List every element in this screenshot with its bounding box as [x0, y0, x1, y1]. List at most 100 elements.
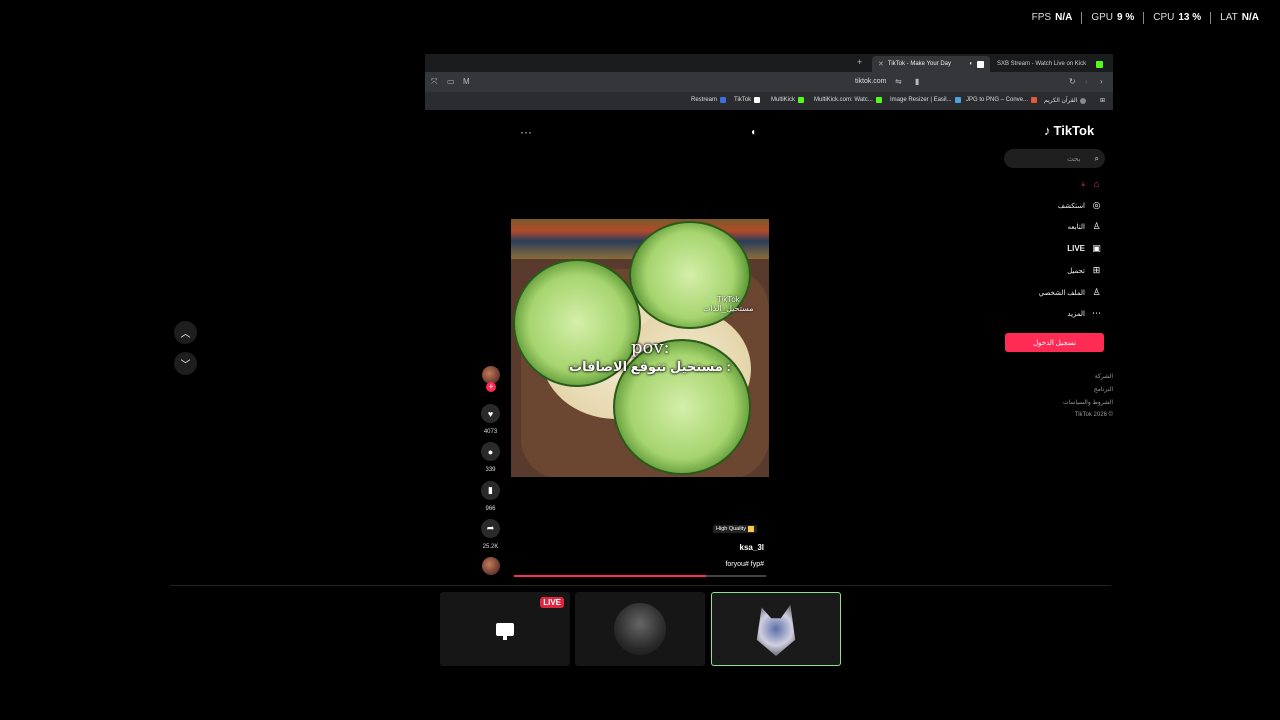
- tab-label: TikTok - Make Your Day: [887, 61, 952, 67]
- next-video-button[interactable]: ﹀: [174, 352, 197, 375]
- bookmark-image-resizer[interactable]: Image Resizer | Easil...: [890, 97, 961, 103]
- lat-label: LAT: [1220, 12, 1238, 23]
- share-button[interactable]: ➦: [481, 519, 500, 538]
- quality-badge: High Quality: [713, 525, 757, 533]
- gpu-stat: GPU 9 %: [1081, 12, 1143, 24]
- video-progress-bar[interactable]: [514, 575, 766, 577]
- bookmark-multikick-watch[interactable]: MultiKick.com: Watc...: [814, 97, 882, 103]
- user-follow-icon: ♙: [1092, 221, 1101, 231]
- bookmark-jpg-to-png[interactable]: JPG to PNG – Conve...: [966, 97, 1038, 103]
- cpu-value: 13 %: [1178, 12, 1202, 23]
- search-icon[interactable]: ⌕: [1095, 154, 1099, 164]
- footer-company-link[interactable]: الشركة: [1095, 373, 1113, 380]
- bookmark-restream[interactable]: Restream: [691, 97, 727, 103]
- lat-stat: LAT N/A: [1210, 12, 1268, 24]
- extension-icon[interactable]: ⤧: [431, 77, 437, 87]
- comment-icon: ●: [487, 446, 494, 457]
- footer-program-link[interactable]: البرنامج: [1094, 386, 1113, 393]
- source-thumbnail-avatar[interactable]: [711, 592, 841, 666]
- tab-tiktok[interactable]: ✕ TikTok - Make Your Day ◐: [872, 56, 990, 72]
- follow-plus-icon[interactable]: +: [486, 382, 496, 392]
- compass-icon: ◎: [1092, 200, 1101, 210]
- footer-copyright: TikTok 2026 ©: [1074, 412, 1113, 418]
- more-icon: ⋯: [1092, 308, 1101, 318]
- author-name[interactable]: ksa_3l: [740, 543, 764, 552]
- more-options-icon[interactable]: ···: [520, 125, 532, 139]
- nav-explore[interactable]: استكشف ◎: [1058, 200, 1102, 211]
- back-icon[interactable]: ›: [1100, 77, 1103, 86]
- nav-profile[interactable]: الملف الشخصي ♙: [1039, 287, 1102, 298]
- like-count: 4073: [483, 429, 498, 435]
- share-icon: ➦: [486, 523, 495, 533]
- save-count: 966: [485, 506, 496, 512]
- tiktok-favicon-icon: [977, 60, 984, 68]
- video-caption-arabic: مستحيل تتوقع الاضافات :: [569, 359, 731, 374]
- lat-value: N/A: [1241, 12, 1259, 23]
- url-field[interactable]: tiktok.com: [855, 78, 887, 85]
- fps-label: FPS: [1031, 12, 1052, 23]
- fps-stat: FPS N/A: [1023, 12, 1082, 24]
- mouse-cursor-icon: ◖: [750, 127, 757, 138]
- login-button[interactable]: تسجيل الدخول: [1005, 333, 1104, 352]
- comment-button[interactable]: ●: [481, 442, 500, 461]
- save-button[interactable]: ▮: [481, 481, 500, 500]
- video-player[interactable]: TikTok مستحيل_الذات pov: مستحيل تتوقع ال…: [511, 219, 769, 477]
- chevron-up-icon: ︿: [180, 329, 191, 340]
- audio-icon[interactable]: ◐: [969, 61, 973, 67]
- tab-label: SXB Stream - Watch Live on Kick: [997, 61, 1087, 67]
- new-tab-button[interactable]: +: [857, 57, 862, 67]
- nav-label: ة: [1081, 180, 1085, 188]
- camera-avatar: [614, 603, 666, 655]
- source-thumbnail-camera[interactable]: [575, 592, 705, 666]
- performance-stats: FPS N/A GPU 9 % CPU 13 % LAT N/A: [1023, 12, 1268, 24]
- character-avatar: [756, 604, 796, 656]
- tab-bar: + ✕ TikTok - Make Your Day ◐ SXB Stream …: [425, 54, 1113, 72]
- nav-label: الملف الشخصي: [1038, 289, 1085, 297]
- all-bookmarks-icon[interactable]: ⊞: [1100, 97, 1105, 104]
- nav-label: التابعه: [1067, 223, 1085, 231]
- gpu-label: GPU: [1091, 12, 1113, 23]
- forward-icon[interactable]: ‹: [1085, 77, 1088, 86]
- translate-icon[interactable]: M: [463, 77, 470, 86]
- nav-label: LIVE: [1067, 244, 1085, 253]
- nav-live[interactable]: LIVE ▣: [1067, 243, 1102, 254]
- site-settings-icon[interactable]: ⇋: [895, 77, 902, 86]
- video-watermark: TikTok مستحيل_الذات: [703, 295, 754, 313]
- share-count: 25.2K: [482, 544, 499, 550]
- video-hashtags[interactable]: foryou# fyp#: [725, 561, 764, 568]
- browser-window: + ✕ TikTok - Make Your Day ◐ SXB Stream …: [425, 54, 1113, 110]
- address-bar: ⤧ ▭ M tiktok.com ⇋ ▮ ↻ ‹ ›: [425, 72, 1113, 92]
- tab-kick[interactable]: SXB Stream - Watch Live on Kick: [991, 56, 1109, 72]
- cast-icon[interactable]: ▭: [447, 77, 455, 86]
- bookmark-tiktok[interactable]: TikTok: [734, 97, 761, 103]
- heart-icon: ♥: [487, 408, 494, 419]
- nav-following[interactable]: التابعه ♙: [1068, 221, 1102, 232]
- bookmark-icon[interactable]: ▮: [915, 77, 919, 86]
- nav-label: المزيد: [1067, 310, 1085, 318]
- divider: [170, 585, 1111, 586]
- close-tab-icon[interactable]: ✕: [878, 60, 884, 68]
- nav-home[interactable]: ة ⌂: [1081, 178, 1102, 189]
- nav-label: استكشف: [1057, 202, 1085, 210]
- nav-label: تحميل: [1067, 267, 1085, 275]
- profile-icon: ♙: [1092, 287, 1101, 297]
- footer-terms-link[interactable]: الشروط والسياسات: [1063, 399, 1113, 406]
- source-thumbnail-screen[interactable]: LIVE: [440, 592, 570, 666]
- nav-upload[interactable]: تحميل ⊞: [1067, 265, 1102, 276]
- bookmark-multikick[interactable]: MultiKick: [771, 97, 805, 103]
- like-button[interactable]: ♥: [481, 404, 500, 423]
- previous-video-button[interactable]: ︿: [174, 321, 197, 344]
- gpu-value: 9 %: [1117, 12, 1135, 23]
- cpu-stat: CPU 13 %: [1143, 12, 1210, 24]
- nav-more[interactable]: المزيد ⋯: [1067, 308, 1102, 319]
- search-input[interactable]: بحث ⌕: [1004, 149, 1105, 168]
- bookmark-quran[interactable]: القرآن الكريم: [1044, 97, 1087, 104]
- reload-icon[interactable]: ↻: [1069, 77, 1076, 86]
- fps-value: N/A: [1055, 12, 1073, 23]
- bookmark-icon: ▮: [488, 485, 493, 495]
- monitor-icon: [496, 622, 514, 640]
- kick-favicon-icon: [1096, 60, 1103, 68]
- music-disc-icon[interactable]: [482, 557, 500, 575]
- watermark-text: TikTok: [716, 295, 740, 304]
- tiktok-logo[interactable]: ♪ TikTok: [1044, 123, 1094, 138]
